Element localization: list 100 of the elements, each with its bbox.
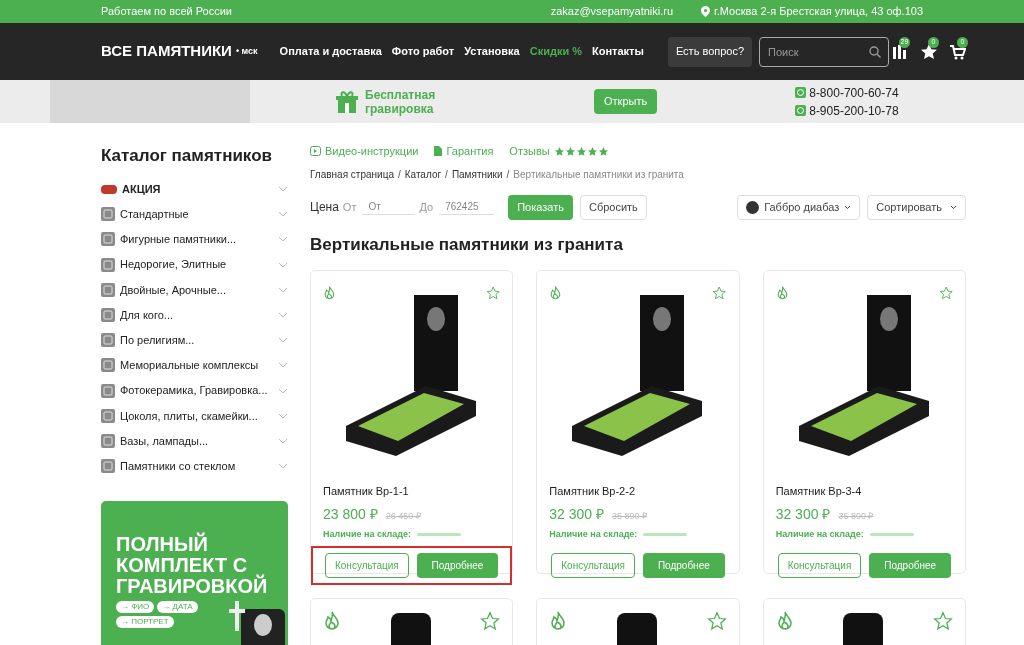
phone-link[interactable]: 8-905-200-10-78 bbox=[809, 101, 899, 120]
location-pin-icon bbox=[701, 6, 711, 17]
category-icon bbox=[101, 232, 115, 247]
flame-icon bbox=[323, 610, 341, 631]
catalog-item[interactable]: Цоколя, плиты, скамейки... bbox=[101, 403, 288, 429]
product-price: 32 300 ₽ bbox=[549, 505, 605, 524]
catalog-item[interactable]: Фигурные памятники... bbox=[101, 226, 288, 253]
stock-bar bbox=[869, 533, 914, 537]
banner-chip: → ФИО bbox=[116, 600, 155, 613]
catalog-item[interactable]: Недорогие, Элитные bbox=[101, 252, 288, 278]
reset-button[interactable]: Сбросить bbox=[579, 194, 647, 220]
breadcrumb-link[interactable]: Памятники bbox=[451, 166, 503, 182]
chevron-down-icon bbox=[278, 261, 288, 268]
favorite-star-icon[interactable] bbox=[706, 610, 727, 631]
product-name[interactable]: Памятник Вр-1-1 bbox=[323, 482, 501, 499]
caret-icon bbox=[844, 204, 852, 210]
flame-icon bbox=[549, 610, 568, 631]
breadcrumb-link[interactable]: Главная страница bbox=[310, 166, 394, 182]
category-icon bbox=[101, 433, 115, 448]
to-label: До bbox=[419, 199, 434, 215]
nav-link[interactable]: Установка bbox=[464, 43, 520, 60]
catalog-item[interactable]: По религиям... bbox=[101, 327, 288, 353]
breadcrumb-separator: / bbox=[397, 167, 401, 182]
question-button[interactable]: Есть вопрос? bbox=[667, 36, 753, 67]
favorite-star-icon[interactable] bbox=[932, 610, 953, 631]
stock-bar bbox=[417, 533, 462, 537]
category-icon bbox=[101, 358, 115, 373]
caret-icon bbox=[950, 204, 957, 210]
catalog-item[interactable]: АКЦИЯ bbox=[101, 176, 288, 202]
old-price: 35 890 ₽ bbox=[612, 510, 648, 523]
search-icon bbox=[869, 45, 882, 58]
old-price: 26 450 ₽ bbox=[385, 510, 421, 523]
material-dropdown[interactable]: Габбро диабаз bbox=[737, 194, 861, 220]
address-text: г.Москва 2-я Брестская улица, 43 оф.103 bbox=[714, 4, 923, 20]
banner-chip: → ПОРТРЕТ bbox=[116, 615, 174, 628]
catalog-title: Каталог памятников bbox=[101, 145, 273, 167]
category-icon bbox=[101, 333, 115, 348]
breadcrumb-link[interactable]: Каталог bbox=[404, 166, 442, 182]
stock-label: Наличие на складе: bbox=[775, 528, 864, 541]
price-to-field[interactable]: 762425 bbox=[439, 199, 495, 215]
chart-bars-icon[interactable] bbox=[891, 43, 908, 60]
search-field[interactable]: Поиск bbox=[759, 36, 890, 67]
price-label: Цена bbox=[310, 199, 339, 216]
catalog-item[interactable]: Памятники со стеклом bbox=[101, 453, 288, 479]
stock-bar bbox=[643, 533, 688, 537]
chevron-down-icon bbox=[278, 186, 288, 193]
monument-drawing bbox=[229, 600, 287, 645]
logo[interactable]: ВСЕ ПАМЯТНИКИ • мск bbox=[101, 40, 258, 63]
chevron-down-icon bbox=[278, 236, 288, 243]
chevron-down-icon bbox=[278, 437, 288, 444]
page-heading: Вертикальные памятники из гранита bbox=[310, 234, 624, 256]
sort-dropdown[interactable]: Сортировать bbox=[867, 194, 966, 220]
catalog-item[interactable]: Фотокерамика, Гравировка... bbox=[101, 378, 288, 404]
catalog-item[interactable]: Стандартные bbox=[101, 201, 288, 227]
breadcrumb-separator: / bbox=[445, 167, 448, 182]
chevron-down-icon bbox=[278, 362, 288, 369]
banner-headline: ПОЛНЫЙ КОМПЛЕКТ С ГРАВИРОВКОЙ bbox=[116, 533, 269, 597]
stock-label: Наличие на складе: bbox=[549, 528, 638, 541]
chevron-down-icon bbox=[278, 412, 288, 419]
chevron-down-icon bbox=[278, 463, 288, 470]
banner-chip: → ДАТА bbox=[157, 600, 198, 613]
region-text: Работаем по всей России bbox=[101, 4, 232, 20]
material-swatch bbox=[746, 200, 760, 214]
price-from-field[interactable]: От bbox=[362, 199, 416, 215]
phone-icon bbox=[795, 87, 807, 98]
product-price: 23 800 ₽ bbox=[323, 505, 378, 524]
category-icon bbox=[101, 383, 115, 398]
chevron-down-icon bbox=[278, 337, 288, 344]
nav-link[interactable]: Скидки % bbox=[529, 43, 582, 60]
nav-link[interactable]: Контакты bbox=[592, 43, 644, 60]
gift-icon bbox=[336, 89, 358, 114]
catalog-item[interactable]: Мемориальные комплексы bbox=[101, 352, 288, 378]
category-icon bbox=[101, 257, 115, 272]
phone-link[interactable]: 8-800-700-60-74 bbox=[809, 83, 899, 102]
chevron-down-icon bbox=[278, 211, 288, 218]
catalog-item[interactable]: Двойные, Арочные... bbox=[101, 277, 288, 303]
product-name[interactable]: Памятник Вр-3-4 bbox=[775, 482, 953, 499]
catalog-item[interactable]: Вазы, лампады... bbox=[101, 428, 288, 454]
product-price: 32 300 ₽ bbox=[775, 505, 831, 524]
from-label: От bbox=[342, 199, 357, 215]
chevron-down-icon bbox=[278, 286, 288, 293]
document-icon bbox=[434, 146, 443, 156]
basket-icon[interactable] bbox=[949, 43, 966, 60]
category-icon bbox=[101, 207, 115, 222]
category-icon bbox=[101, 459, 115, 474]
favorite-star-icon[interactable] bbox=[480, 610, 501, 631]
category-icon bbox=[101, 282, 115, 297]
star-icon[interactable] bbox=[920, 43, 937, 60]
catalog-item[interactable]: Для кого... bbox=[101, 302, 288, 328]
old-price: 35 890 ₽ bbox=[838, 510, 874, 523]
tag-icon bbox=[101, 184, 117, 194]
promo-title: Бесплатная гравировка bbox=[365, 87, 437, 116]
category-icon bbox=[101, 308, 115, 323]
nav-link[interactable]: Фото работ bbox=[391, 43, 455, 60]
breadcrumb-separator: / bbox=[506, 167, 510, 182]
chevron-down-icon bbox=[278, 387, 288, 394]
stock-label: Наличие на складе: bbox=[323, 528, 412, 541]
chevron-down-icon bbox=[278, 312, 288, 319]
product-name[interactable]: Памятник Вр-2-2 bbox=[549, 482, 727, 499]
nav-link[interactable]: Оплата и доставка bbox=[279, 43, 382, 60]
